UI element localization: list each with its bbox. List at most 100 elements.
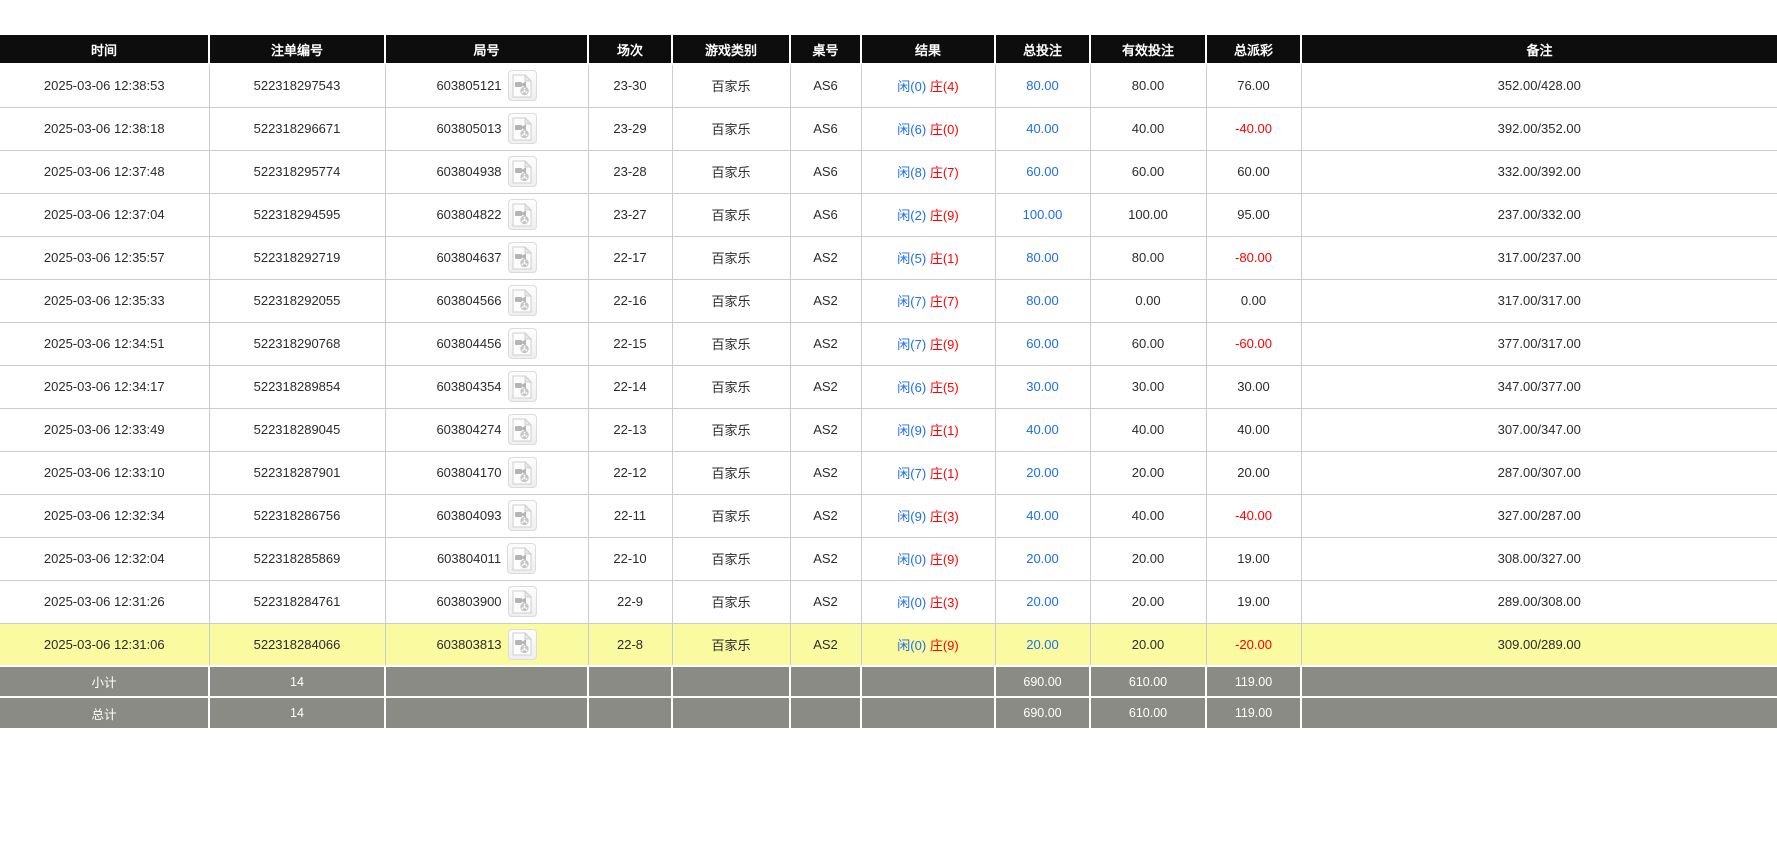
- cell-time: 2025-03-06 12:31:26: [0, 580, 209, 623]
- cell-total-bet[interactable]: 30.00: [995, 365, 1090, 408]
- column-header-total_payout: 总派彩: [1206, 35, 1301, 64]
- result-banker: 庄(1): [930, 251, 959, 266]
- cell-session: 22-8: [588, 623, 672, 666]
- cell-total-bet[interactable]: 60.00: [995, 150, 1090, 193]
- video-replay-button[interactable]: [508, 113, 537, 144]
- result-banker: 庄(3): [930, 595, 959, 610]
- result-player: 闲(6): [897, 122, 926, 137]
- result-banker: 庄(5): [930, 380, 959, 395]
- round-id-value: 603804637: [436, 250, 501, 265]
- round-id-group: 603804637: [436, 242, 536, 273]
- video-replay-button[interactable]: [508, 371, 537, 402]
- cell-valid-bet: 40.00: [1090, 408, 1206, 451]
- cell-time: 2025-03-06 12:32:04: [0, 537, 209, 580]
- cell-game-type: 百家乐: [672, 365, 790, 408]
- video-replay-button[interactable]: [508, 242, 537, 273]
- cell-total-bet[interactable]: 80.00: [995, 236, 1090, 279]
- cell-round-id: 603804637: [385, 236, 588, 279]
- summary-empty: [1301, 666, 1777, 697]
- round-id-value: 603805013: [436, 121, 501, 136]
- subtotal-row: 小计14690.00610.00119.00: [0, 666, 1777, 697]
- cell-total-bet[interactable]: 20.00: [995, 580, 1090, 623]
- video-replay-button[interactable]: [508, 199, 537, 230]
- cell-game-type: 百家乐: [672, 494, 790, 537]
- column-header-total_bet: 总投注: [995, 35, 1090, 64]
- cell-total-bet[interactable]: 40.00: [995, 408, 1090, 451]
- cell-bet-id: 522318287901: [209, 451, 385, 494]
- round-id-group: 603803813: [436, 629, 536, 660]
- cell-total-bet[interactable]: 100.00: [995, 193, 1090, 236]
- video-replay-icon: [511, 461, 533, 485]
- cell-game-type: 百家乐: [672, 451, 790, 494]
- cell-remark: 287.00/307.00: [1301, 451, 1777, 494]
- cell-result: 闲(7) 庄(7): [861, 279, 995, 322]
- result-banker: 庄(3): [930, 509, 959, 524]
- round-id-value: 603804938: [436, 164, 501, 179]
- video-replay-icon: [511, 203, 533, 227]
- summary-total-bet: 690.00: [995, 666, 1090, 697]
- column-header-round_id: 局号: [385, 35, 588, 64]
- cell-valid-bet: 60.00: [1090, 322, 1206, 365]
- cell-total-bet[interactable]: 20.00: [995, 537, 1090, 580]
- video-replay-button[interactable]: [508, 500, 537, 531]
- table-row: 2025-03-06 12:33:49522318289045603804274…: [0, 408, 1777, 451]
- cell-table-no: AS2: [790, 408, 861, 451]
- round-id-group: 603804456: [436, 328, 536, 359]
- video-replay-button[interactable]: [508, 328, 537, 359]
- table-summary: 小计14690.00610.00119.00总计14690.00610.0011…: [0, 666, 1777, 728]
- grandtotal-row: 总计14690.00610.00119.00: [0, 697, 1777, 728]
- video-replay-icon: [511, 375, 533, 399]
- cell-valid-bet: 60.00: [1090, 150, 1206, 193]
- cell-table-no: AS6: [790, 107, 861, 150]
- video-replay-button[interactable]: [507, 543, 536, 574]
- cell-bet-id: 522318286756: [209, 494, 385, 537]
- round-id-value: 603804354: [436, 379, 501, 394]
- video-replay-button[interactable]: [508, 586, 537, 617]
- video-replay-button[interactable]: [508, 70, 537, 101]
- cell-session: 22-10: [588, 537, 672, 580]
- cell-session: 22-17: [588, 236, 672, 279]
- result-player: 闲(7): [897, 294, 926, 309]
- cell-total-bet[interactable]: 20.00: [995, 451, 1090, 494]
- cell-total-bet[interactable]: 80.00: [995, 279, 1090, 322]
- cell-total-bet[interactable]: 80.00: [995, 64, 1090, 107]
- cell-bet-id: 522318295774: [209, 150, 385, 193]
- video-replay-icon: [511, 160, 533, 184]
- cell-total-bet[interactable]: 40.00: [995, 107, 1090, 150]
- cell-game-type: 百家乐: [672, 537, 790, 580]
- video-replay-button[interactable]: [508, 629, 537, 660]
- cell-total-payout: 40.00: [1206, 408, 1301, 451]
- video-replay-button[interactable]: [508, 156, 537, 187]
- cell-round-id: 603804274: [385, 408, 588, 451]
- cell-total-payout: -40.00: [1206, 107, 1301, 150]
- result-banker: 庄(1): [930, 466, 959, 481]
- video-replay-button[interactable]: [508, 414, 537, 445]
- cell-session: 23-28: [588, 150, 672, 193]
- cell-time: 2025-03-06 12:34:17: [0, 365, 209, 408]
- column-header-table_no: 桌号: [790, 35, 861, 64]
- cell-round-id: 603804011: [385, 537, 588, 580]
- cell-table-no: AS6: [790, 64, 861, 107]
- cell-total-bet[interactable]: 20.00: [995, 623, 1090, 666]
- cell-valid-bet: 30.00: [1090, 365, 1206, 408]
- video-replay-button[interactable]: [508, 457, 537, 488]
- column-header-bet_id: 注单编号: [209, 35, 385, 64]
- cell-game-type: 百家乐: [672, 236, 790, 279]
- cell-total-bet[interactable]: 40.00: [995, 494, 1090, 537]
- cell-session: 23-27: [588, 193, 672, 236]
- summary-label: 小计: [0, 666, 209, 697]
- cell-time: 2025-03-06 12:33:10: [0, 451, 209, 494]
- cell-total-payout: -60.00: [1206, 322, 1301, 365]
- video-replay-button[interactable]: [508, 285, 537, 316]
- video-replay-icon: [511, 332, 533, 356]
- cell-remark: 332.00/392.00: [1301, 150, 1777, 193]
- cell-total-bet[interactable]: 60.00: [995, 322, 1090, 365]
- cell-total-payout: 30.00: [1206, 365, 1301, 408]
- cell-session: 22-14: [588, 365, 672, 408]
- cell-round-id: 603805013: [385, 107, 588, 150]
- result-player: 闲(8): [897, 165, 926, 180]
- round-id-value: 603804566: [436, 293, 501, 308]
- cell-total-payout: 0.00: [1206, 279, 1301, 322]
- cell-valid-bet: 0.00: [1090, 279, 1206, 322]
- round-id-value: 603803813: [436, 637, 501, 652]
